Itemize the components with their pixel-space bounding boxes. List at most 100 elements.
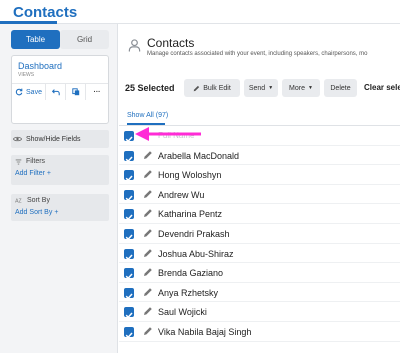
row-checkbox[interactable] (124, 150, 134, 162)
table-view-button[interactable]: Table (11, 30, 60, 49)
filters-label: Filters (26, 158, 46, 165)
tab-show-all[interactable]: Show All (97) (127, 112, 168, 119)
table-row[interactable]: Saul Wojicki (119, 302, 400, 322)
filters-header: Filters (15, 158, 45, 165)
row-checkbox[interactable] (124, 209, 134, 221)
sidebar: Table Grid Dashboard VIEWS Save ··· Show… (0, 24, 118, 353)
delete-button[interactable]: Delete (324, 79, 357, 97)
sort-az-icon: AZ (15, 198, 21, 204)
check-icon (125, 234, 133, 241)
tabs-row: Show All (97) (119, 108, 400, 126)
table-row[interactable]: Vika Nabila Bajaj Singh (119, 322, 400, 342)
sort-panel: AZ Sort By Add Sort By + (11, 194, 109, 221)
check-icon (125, 214, 133, 221)
row-checkbox[interactable] (124, 228, 134, 241)
plus-icon: + (46, 170, 52, 177)
contact-name[interactable]: Joshua Abu-Shiraz (158, 249, 234, 259)
show-hide-fields-label: Show/Hide Fields (26, 135, 81, 143)
contact-name[interactable]: Arabella MacDonald (158, 151, 239, 161)
dashboard-title[interactable]: Dashboard (18, 61, 62, 71)
pencil-icon (193, 85, 200, 91)
save-view-button[interactable]: Save (12, 84, 46, 100)
undo-button[interactable] (46, 84, 66, 100)
contact-name[interactable]: Hong Woloshyn (158, 170, 221, 180)
dashboard-card[interactable]: Dashboard VIEWS Save ··· (11, 55, 109, 124)
edit-pencil-icon[interactable] (143, 169, 153, 179)
row-checkbox[interactable] (124, 189, 134, 202)
sort-header: AZ Sort By (15, 197, 50, 204)
row-checkbox[interactable] (124, 170, 134, 182)
grid-view-button[interactable]: Grid (60, 30, 109, 49)
annotation-arrow-icon (135, 127, 201, 141)
contact-name[interactable]: Andrew Wu (158, 190, 204, 200)
dashboard-subtitle: VIEWS (18, 72, 35, 78)
edit-pencil-icon[interactable] (143, 248, 153, 258)
table-row[interactable]: Devendri Prakash (119, 224, 400, 244)
contact-name[interactable]: Saul Wojicki (158, 307, 207, 317)
clear-selection-button[interactable]: Clear sele (364, 83, 400, 92)
table-row[interactable]: Joshua Abu-Shiraz (119, 244, 400, 264)
view-toggle: Table Grid (11, 30, 109, 49)
edit-pencil-icon[interactable] (143, 228, 153, 238)
add-filter-label: Add Filter (15, 170, 45, 177)
check-icon (125, 195, 133, 202)
contact-name[interactable]: Anya Rzhetsky (158, 288, 218, 298)
add-filter-button[interactable]: Add Filter + (15, 170, 51, 177)
table-row[interactable]: Anya Rzhetsky (119, 283, 400, 303)
save-view-label: Save (26, 88, 42, 96)
check-icon (125, 293, 133, 300)
svg-text:AZ: AZ (15, 198, 21, 204)
add-sort-label: Add Sort By (15, 209, 53, 216)
chevron-down-icon: ▼ (268, 85, 274, 91)
page-title: Contacts (147, 36, 195, 50)
contact-name[interactable]: Katharina Pentz (158, 209, 222, 219)
edit-pencil-icon[interactable] (143, 189, 153, 199)
contact-name[interactable]: Brenda Gaziano (158, 268, 223, 278)
bulk-edit-label: Bulk Edit (203, 84, 231, 92)
selected-count: 25 Selected (125, 83, 175, 93)
edit-pencil-icon[interactable] (143, 306, 153, 316)
sort-label: Sort By (27, 197, 50, 204)
eye-icon (13, 136, 22, 142)
copy-icon (71, 88, 79, 96)
check-icon (125, 175, 133, 182)
app-title[interactable]: Contacts (13, 4, 77, 21)
contact-name[interactable]: Vika Nabila Bajaj Singh (158, 327, 251, 337)
row-checkbox[interactable] (124, 287, 134, 300)
check-icon (125, 254, 133, 260)
edit-pencil-icon[interactable] (143, 267, 153, 277)
row-checkbox[interactable] (124, 326, 134, 339)
table-rows: Arabella MacDonald Hong Woloshyn Andrew Wu… (119, 146, 400, 342)
contacts-table: Full Name Arabella MacDonaldHong Woloshy… (119, 126, 400, 342)
row-checkbox[interactable] (124, 307, 134, 319)
dashboard-actions: Save ··· (12, 83, 108, 100)
table-row[interactable]: Arabella MacDonald (119, 146, 400, 166)
row-checkbox[interactable] (124, 248, 134, 260)
view-more-button[interactable]: ··· (86, 84, 108, 100)
show-hide-fields-button[interactable]: Show/Hide Fields (11, 130, 109, 148)
check-icon (125, 273, 133, 280)
table-row[interactable]: Brenda Gaziano (119, 263, 400, 283)
more-dropdown-button[interactable]: More ▼ (282, 79, 320, 97)
table-row[interactable]: Hong Woloshyn (119, 165, 400, 185)
table-row[interactable]: Katharina Pentz (119, 204, 400, 224)
person-icon (128, 39, 141, 52)
contact-name[interactable]: Devendri Prakash (158, 229, 230, 239)
chevron-down-icon: ▼ (308, 85, 313, 91)
check-icon (125, 332, 133, 339)
row-checkbox[interactable] (124, 268, 134, 280)
edit-pencil-icon[interactable] (143, 150, 153, 160)
edit-pencil-icon[interactable] (143, 208, 153, 218)
add-sort-button[interactable]: Add Sort By + (15, 209, 58, 216)
page-description: Manage contacts associated with your eve… (147, 51, 368, 57)
sync-icon (15, 88, 23, 96)
check-icon (125, 156, 133, 162)
bulk-edit-button[interactable]: Bulk Edit (184, 79, 240, 97)
table-row[interactable]: Andrew Wu (119, 185, 400, 205)
send-dropdown-button[interactable]: Send ▼ (244, 79, 278, 97)
edit-pencil-icon[interactable] (143, 287, 153, 297)
more-label: More (289, 84, 305, 92)
duplicate-view-button[interactable] (66, 84, 86, 100)
edit-pencil-icon[interactable] (143, 326, 153, 336)
main-content: Contacts Manage contacts associated with… (119, 24, 400, 353)
